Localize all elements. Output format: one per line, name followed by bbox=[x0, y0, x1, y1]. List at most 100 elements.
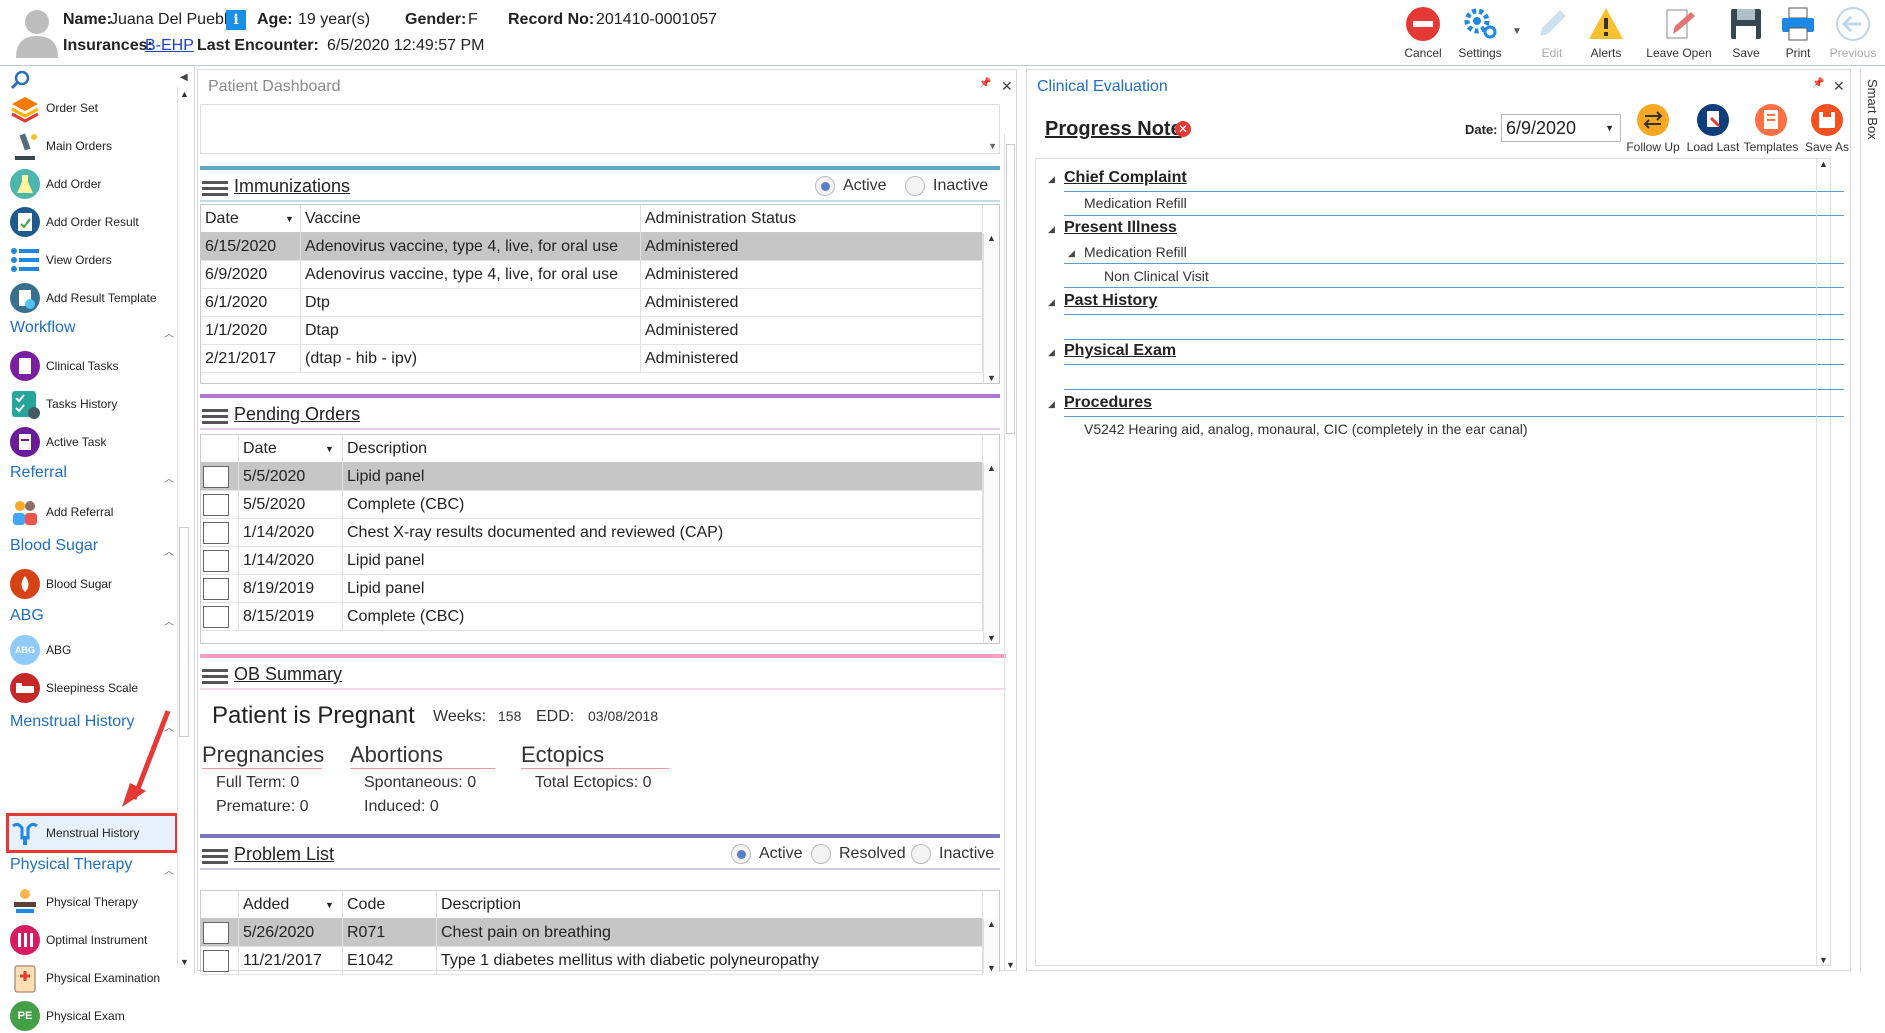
scroll-up-icon[interactable]: ▲ bbox=[178, 89, 191, 99]
procedures-item[interactable]: V5242 Hearing aid, analog, monaural, CIC… bbox=[1084, 421, 1528, 437]
collapse-triangle-icon[interactable]: ◢ bbox=[1048, 297, 1055, 308]
table-row[interactable]: 6/9/2020 Adenovirus vaccine, type 4, live… bbox=[201, 260, 983, 289]
table-row[interactable]: 6/15/2020 Adenovirus vaccine, type 4, liv… bbox=[201, 232, 983, 261]
sidebar-item-optimal-instrument[interactable]: Optimal Instrument bbox=[10, 923, 147, 957]
row-checkbox[interactable] bbox=[203, 605, 229, 628]
chevron-up-icon[interactable]: ︿ bbox=[164, 862, 174, 877]
section-referral[interactable]: Referral bbox=[10, 464, 67, 482]
row-checkbox[interactable] bbox=[203, 949, 229, 972]
column-header[interactable]: Code bbox=[343, 890, 437, 919]
load-last-button[interactable]: Load Last bbox=[1683, 104, 1743, 154]
collapse-sidebar-icon[interactable]: ◀ bbox=[180, 72, 188, 83]
edit-button[interactable]: Edit bbox=[1522, 6, 1582, 60]
table-row[interactable]: 5/26/2020 R071 Chest pain on breathing bbox=[201, 918, 983, 947]
scrollbar[interactable]: ▲ ▼ bbox=[983, 233, 999, 383]
sidebar-item-blood-sugar[interactable]: Blood Sugar bbox=[10, 567, 112, 601]
scroll-down-icon[interactable]: ▼ bbox=[180, 957, 189, 967]
chevron-up-icon[interactable]: ︿ bbox=[164, 613, 174, 628]
sidebar-item-add-result-template[interactable]: Add Result Template bbox=[10, 281, 157, 315]
table-row[interactable]: 11/21/2017 E1042 Type 1 diabetes mellitus … bbox=[201, 946, 983, 975]
hamburger-icon[interactable] bbox=[202, 846, 228, 866]
physical-exam-heading[interactable]: Physical Exam bbox=[1064, 342, 1176, 360]
collapse-triangle-icon[interactable]: ◢ bbox=[1048, 174, 1055, 185]
present-illness-heading[interactable]: Present Illness bbox=[1064, 219, 1177, 237]
close-icon[interactable]: ✕ bbox=[1833, 78, 1845, 95]
chevron-up-icon[interactable]: ︿ bbox=[164, 543, 174, 558]
scrollbar[interactable]: ▲ ▼ bbox=[1816, 159, 1830, 965]
ob-summary-title[interactable]: OB Summary bbox=[234, 664, 342, 685]
table-row[interactable]: 1/14/2020 Chest X-ray results documented … bbox=[201, 518, 983, 547]
cancel-button[interactable]: Cancel bbox=[1393, 6, 1453, 60]
sidebar-item-add-order-result[interactable]: Add Order Result bbox=[10, 205, 139, 239]
section-blood-sugar[interactable]: Blood Sugar bbox=[10, 537, 98, 555]
section-workflow[interactable]: Workflow bbox=[10, 319, 76, 337]
row-checkbox[interactable] bbox=[203, 577, 229, 600]
immunizations-active-radio[interactable]: Active bbox=[815, 176, 887, 196]
insurance-link[interactable]: B-EHP bbox=[145, 37, 194, 55]
scrollbar[interactable]: ▲ ▼ bbox=[983, 919, 999, 973]
row-checkbox[interactable] bbox=[203, 521, 229, 544]
sidebar-item-clinical-tasks[interactable]: Clinical Tasks bbox=[10, 349, 118, 383]
table-row[interactable]: 8/15/2019 Complete (CBC) bbox=[201, 602, 983, 631]
scroll-down-icon[interactable]: ▼ bbox=[1819, 955, 1828, 965]
search-icon[interactable] bbox=[10, 70, 30, 90]
table-row[interactable]: 5/5/2020 Lipid panel bbox=[201, 462, 983, 491]
table-row[interactable]: 6/1/2020 Dtp Administered bbox=[201, 288, 983, 317]
settings-dropdown-icon[interactable]: ▼ bbox=[1512, 26, 1522, 37]
row-checkbox[interactable] bbox=[203, 921, 229, 944]
table-row[interactable]: 5/5/2020 Complete (CBC) bbox=[201, 490, 983, 519]
column-header[interactable]: Administration Status bbox=[641, 204, 983, 233]
table-row[interactable]: 1/14/2020 Lipid panel bbox=[201, 546, 983, 575]
column-header[interactable]: Description bbox=[343, 434, 983, 463]
scrollbar[interactable]: ▲ ▼ bbox=[983, 463, 999, 643]
sidebar-item-menstrual-history[interactable]: Menstrual History bbox=[10, 816, 139, 850]
sidebar-item-sleepiness-scale[interactable]: Sleepiness Scale bbox=[10, 671, 138, 705]
problem-inactive-radio[interactable]: Inactive bbox=[911, 844, 994, 864]
column-header[interactable]: Date ▼ bbox=[239, 434, 343, 463]
hamburger-icon[interactable] bbox=[202, 666, 228, 686]
chevron-up-icon[interactable]: ︿ bbox=[164, 325, 174, 340]
column-header[interactable]: Date ▼ bbox=[201, 204, 301, 233]
column-header[interactable]: Added ▼ bbox=[239, 890, 343, 919]
dashboard-scrollbar[interactable]: ▼ bbox=[1004, 134, 1016, 970]
row-checkbox[interactable] bbox=[203, 549, 229, 572]
row-checkbox[interactable] bbox=[203, 493, 229, 516]
collapse-triangle-icon[interactable]: ◢ bbox=[1048, 347, 1055, 358]
follow-up-button[interactable]: Follow Up bbox=[1623, 104, 1683, 154]
sidebar-item-physical-therapy[interactable]: Physical Therapy bbox=[10, 885, 138, 919]
chief-complaint-item[interactable]: Medication Refill bbox=[1084, 195, 1187, 211]
sidebar-item-view-orders[interactable]: View Orders bbox=[10, 243, 112, 277]
sidebar-item-physical-exam[interactable]: PE Physical Exam bbox=[10, 999, 125, 1033]
collapse-triangle-icon[interactable]: ◢ bbox=[1048, 399, 1055, 410]
present-illness-item[interactable]: Medication Refill bbox=[1084, 244, 1187, 260]
section-menstrual-history[interactable]: Menstrual History bbox=[10, 713, 134, 731]
sidebar-item-main-orders[interactable]: Main Orders bbox=[10, 129, 112, 163]
section-abg[interactable]: ABG bbox=[10, 607, 44, 625]
hamburger-icon[interactable] bbox=[202, 406, 228, 426]
print-button[interactable]: Print bbox=[1768, 6, 1828, 60]
table-row[interactable]: 8/19/2019 Lipid panel bbox=[201, 574, 983, 603]
sidebar-item-add-order[interactable]: Add Order bbox=[10, 167, 101, 201]
sidebar-item-add-referral[interactable]: Add Referral bbox=[10, 495, 113, 529]
pin-icon[interactable]: 📌 bbox=[979, 78, 991, 89]
chevron-down-icon[interactable]: ▼ bbox=[1605, 115, 1614, 141]
save-as-button[interactable]: Save As bbox=[1797, 104, 1857, 154]
sidebar-item-physical-examination[interactable]: Physical Examination bbox=[10, 961, 160, 995]
previous-button[interactable]: Previous bbox=[1823, 6, 1883, 60]
scrollbar-thumb[interactable] bbox=[1006, 144, 1015, 434]
collapse-triangle-icon[interactable]: ◢ bbox=[1048, 224, 1055, 235]
problem-active-radio[interactable]: Active bbox=[731, 844, 803, 864]
settings-button[interactable]: Settings bbox=[1450, 6, 1510, 60]
collapse-triangle-icon[interactable]: ◢ bbox=[1068, 248, 1075, 259]
column-header[interactable]: Vaccine bbox=[301, 204, 641, 233]
scroll-down-icon[interactable]: ▼ bbox=[1006, 960, 1015, 970]
pin-icon[interactable]: 📌 bbox=[1812, 78, 1824, 89]
immunizations-title[interactable]: Immunizations bbox=[234, 176, 350, 197]
scroll-up-icon[interactable]: ▲ bbox=[1817, 159, 1830, 169]
sidebar-scrollbar[interactable]: ▲ ▼ bbox=[177, 87, 191, 967]
chevron-up-icon[interactable]: ︿ bbox=[164, 470, 174, 485]
row-checkbox[interactable] bbox=[203, 465, 229, 488]
section-physical-therapy[interactable]: Physical Therapy bbox=[10, 856, 132, 874]
sidebar-item-tasks-history[interactable]: Tasks History bbox=[10, 387, 117, 421]
remove-icon[interactable]: ✕ bbox=[1175, 121, 1191, 137]
